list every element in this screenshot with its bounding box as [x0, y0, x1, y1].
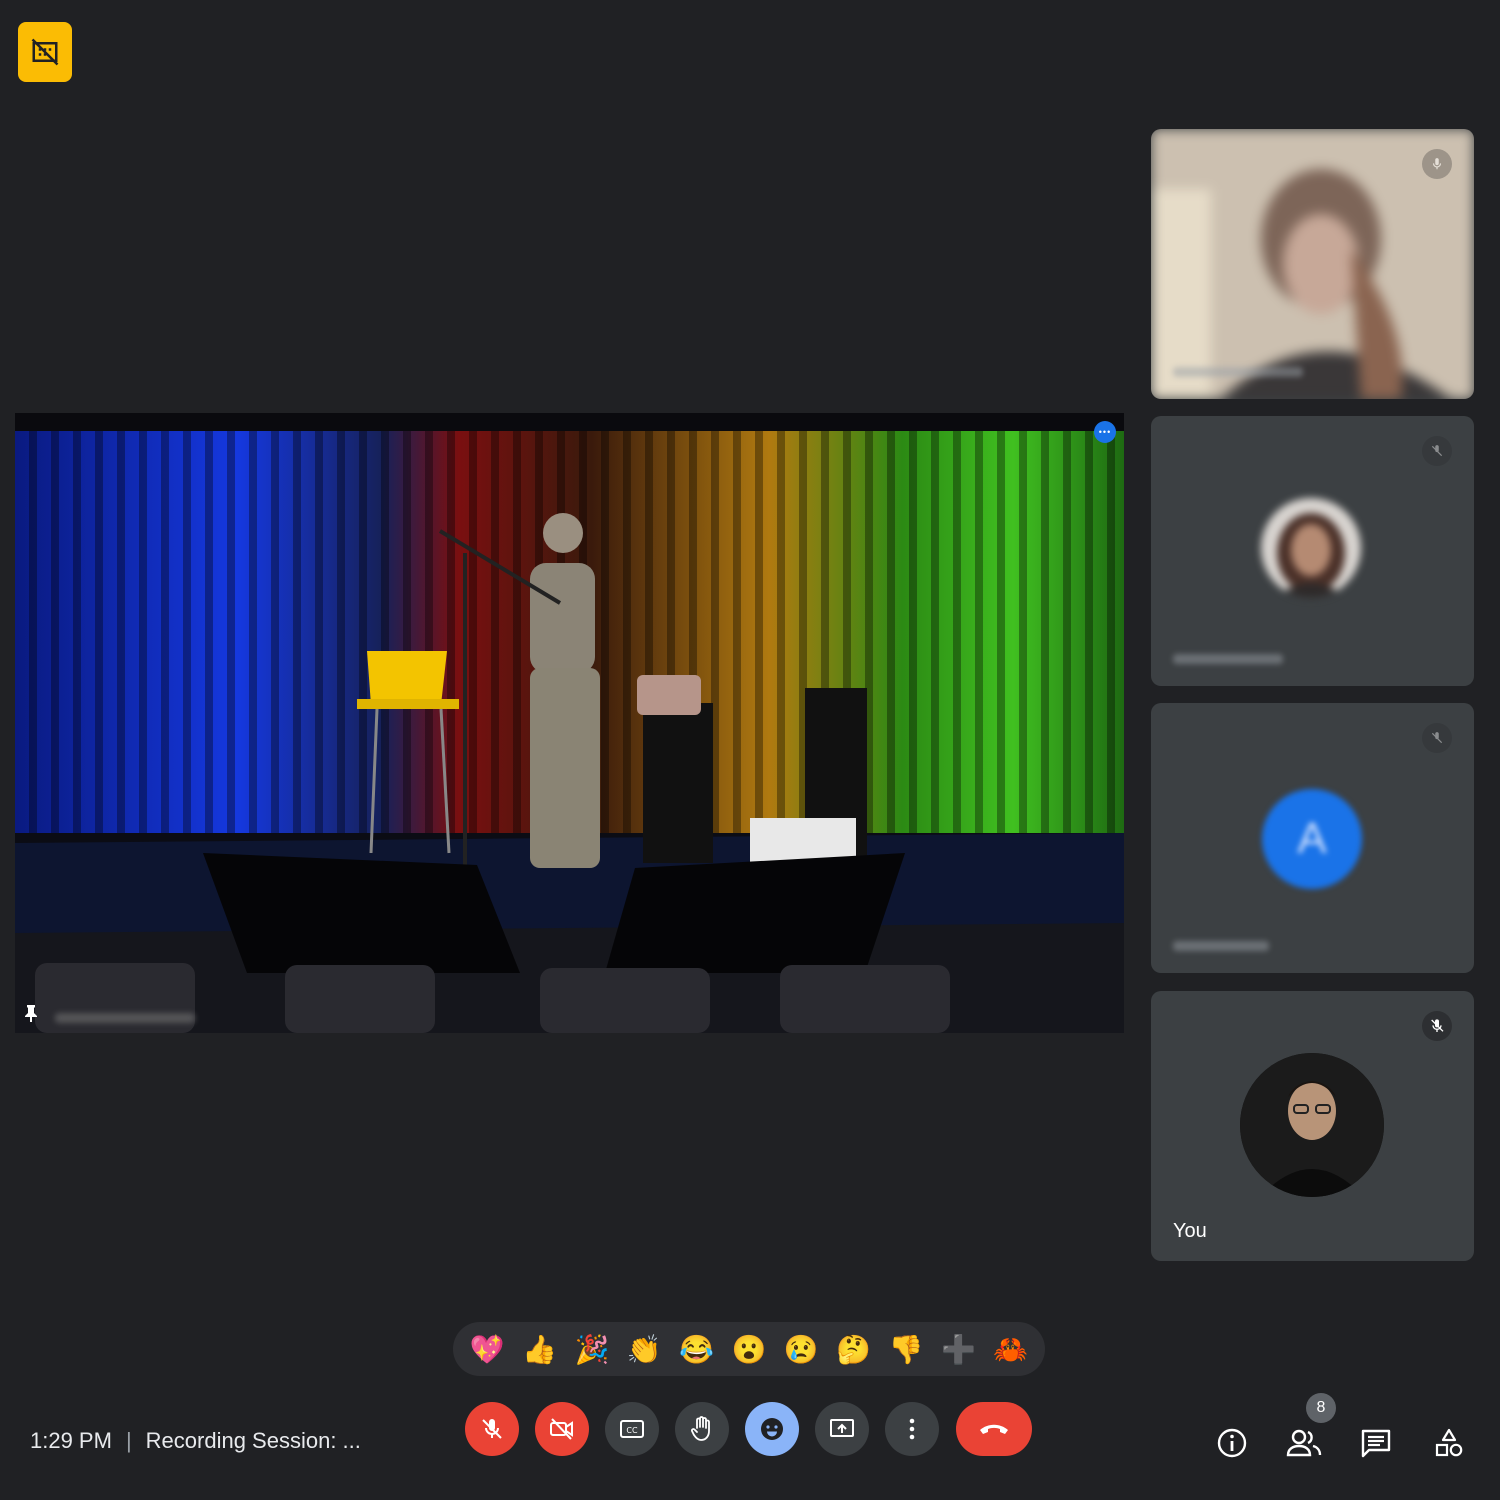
more-options-button[interactable]	[885, 1402, 939, 1456]
toggle-mic-button[interactable]	[465, 1402, 519, 1456]
leave-call-button[interactable]	[956, 1402, 1032, 1456]
tile-mic-indicator	[1422, 149, 1452, 179]
participant-name	[1173, 654, 1283, 664]
mic-off-icon	[1431, 1019, 1444, 1032]
present-screen-button[interactable]	[815, 1402, 869, 1456]
avatar	[1261, 498, 1361, 598]
meeting-time: 1:29 PM	[30, 1428, 112, 1453]
reaction-surprised[interactable]: 😮	[729, 1329, 769, 1369]
reaction-thumbs-down[interactable]: 👎	[886, 1329, 926, 1369]
participant-tile-1[interactable]	[1151, 129, 1474, 399]
recording-badge[interactable]	[18, 22, 72, 82]
reactions-button[interactable]	[745, 1402, 799, 1456]
emoji-icon	[761, 1418, 783, 1440]
reaction-thinking[interactable]: 🤔	[834, 1329, 874, 1369]
avatar-initial: A	[1297, 814, 1327, 863]
svg-text:CC: CC	[626, 1426, 638, 1435]
mic-off-icon	[482, 1419, 502, 1439]
activities-button[interactable]	[1430, 1424, 1468, 1462]
people-button[interactable]	[1285, 1424, 1323, 1462]
video-off-grid-icon	[31, 38, 59, 66]
self-name-label: You	[1173, 1220, 1207, 1242]
reaction-sparkling-heart[interactable]: 💖	[467, 1329, 507, 1369]
tile-mic-indicator	[1422, 436, 1452, 466]
reaction-thumbs-up[interactable]: 👍	[520, 1329, 560, 1369]
activities-icon	[1435, 1428, 1463, 1457]
people-icon	[1286, 1429, 1322, 1457]
avatar: A	[1262, 789, 1362, 889]
raise-hand-button[interactable]	[675, 1402, 729, 1456]
main-video-stage[interactable]: •••	[15, 413, 1124, 1033]
reaction-more-button[interactable]: ➕	[938, 1329, 978, 1369]
more-horiz-icon: •••	[1098, 427, 1112, 437]
mic-off-icon	[1431, 732, 1443, 744]
stage-video-image	[15, 413, 1124, 1033]
chat-icon	[1361, 1429, 1391, 1458]
mic-off-icon	[1431, 445, 1443, 457]
closed-captions-icon: CC	[620, 1420, 644, 1438]
pin-icon[interactable]	[23, 1004, 39, 1027]
present-screen-icon	[830, 1419, 854, 1437]
participant-tile-3[interactable]: A	[1151, 703, 1474, 973]
meeting-info-button[interactable]	[1213, 1424, 1251, 1462]
toggle-camera-button[interactable]	[535, 1402, 589, 1456]
mic-icon	[1432, 158, 1442, 170]
reaction-party-popper[interactable]: 🎉	[572, 1329, 612, 1369]
info-icon	[1217, 1428, 1247, 1458]
meeting-title: Recording Session: ...	[145, 1428, 361, 1453]
self-mic-muted-indicator	[1422, 1011, 1452, 1041]
reaction-tears-of-joy[interactable]: 😂	[677, 1329, 717, 1369]
more-vert-icon	[909, 1418, 915, 1440]
participant-name	[1173, 941, 1269, 951]
self-tile[interactable]: You	[1151, 991, 1474, 1261]
reaction-sad[interactable]: 😢	[781, 1329, 821, 1369]
chat-button[interactable]	[1357, 1424, 1395, 1462]
call-end-icon	[980, 1424, 1008, 1434]
videocam-off-icon	[550, 1418, 573, 1440]
participant-count-badge: 8	[1306, 1393, 1336, 1423]
participant-name	[1173, 367, 1303, 377]
participant-tile-2[interactable]	[1151, 416, 1474, 686]
tile-mic-indicator	[1422, 723, 1452, 753]
reactions-bar: 💖 👍 🎉 👏 😂 😮 😢 🤔 👎 ➕ 🦀	[453, 1322, 1045, 1376]
stage-more-options-button[interactable]: •••	[1094, 421, 1116, 443]
divider: |	[125, 1428, 132, 1453]
meeting-details: 1:29 PM | Recording Session: ...	[30, 1428, 361, 1454]
captions-button[interactable]: CC	[605, 1402, 659, 1456]
reaction-crab[interactable]: 🦀	[991, 1329, 1031, 1369]
reaction-clapping[interactable]: 👏	[624, 1329, 664, 1369]
stage-participant-name	[55, 1013, 195, 1023]
avatar	[1240, 1053, 1384, 1197]
raise-hand-icon	[691, 1416, 710, 1441]
